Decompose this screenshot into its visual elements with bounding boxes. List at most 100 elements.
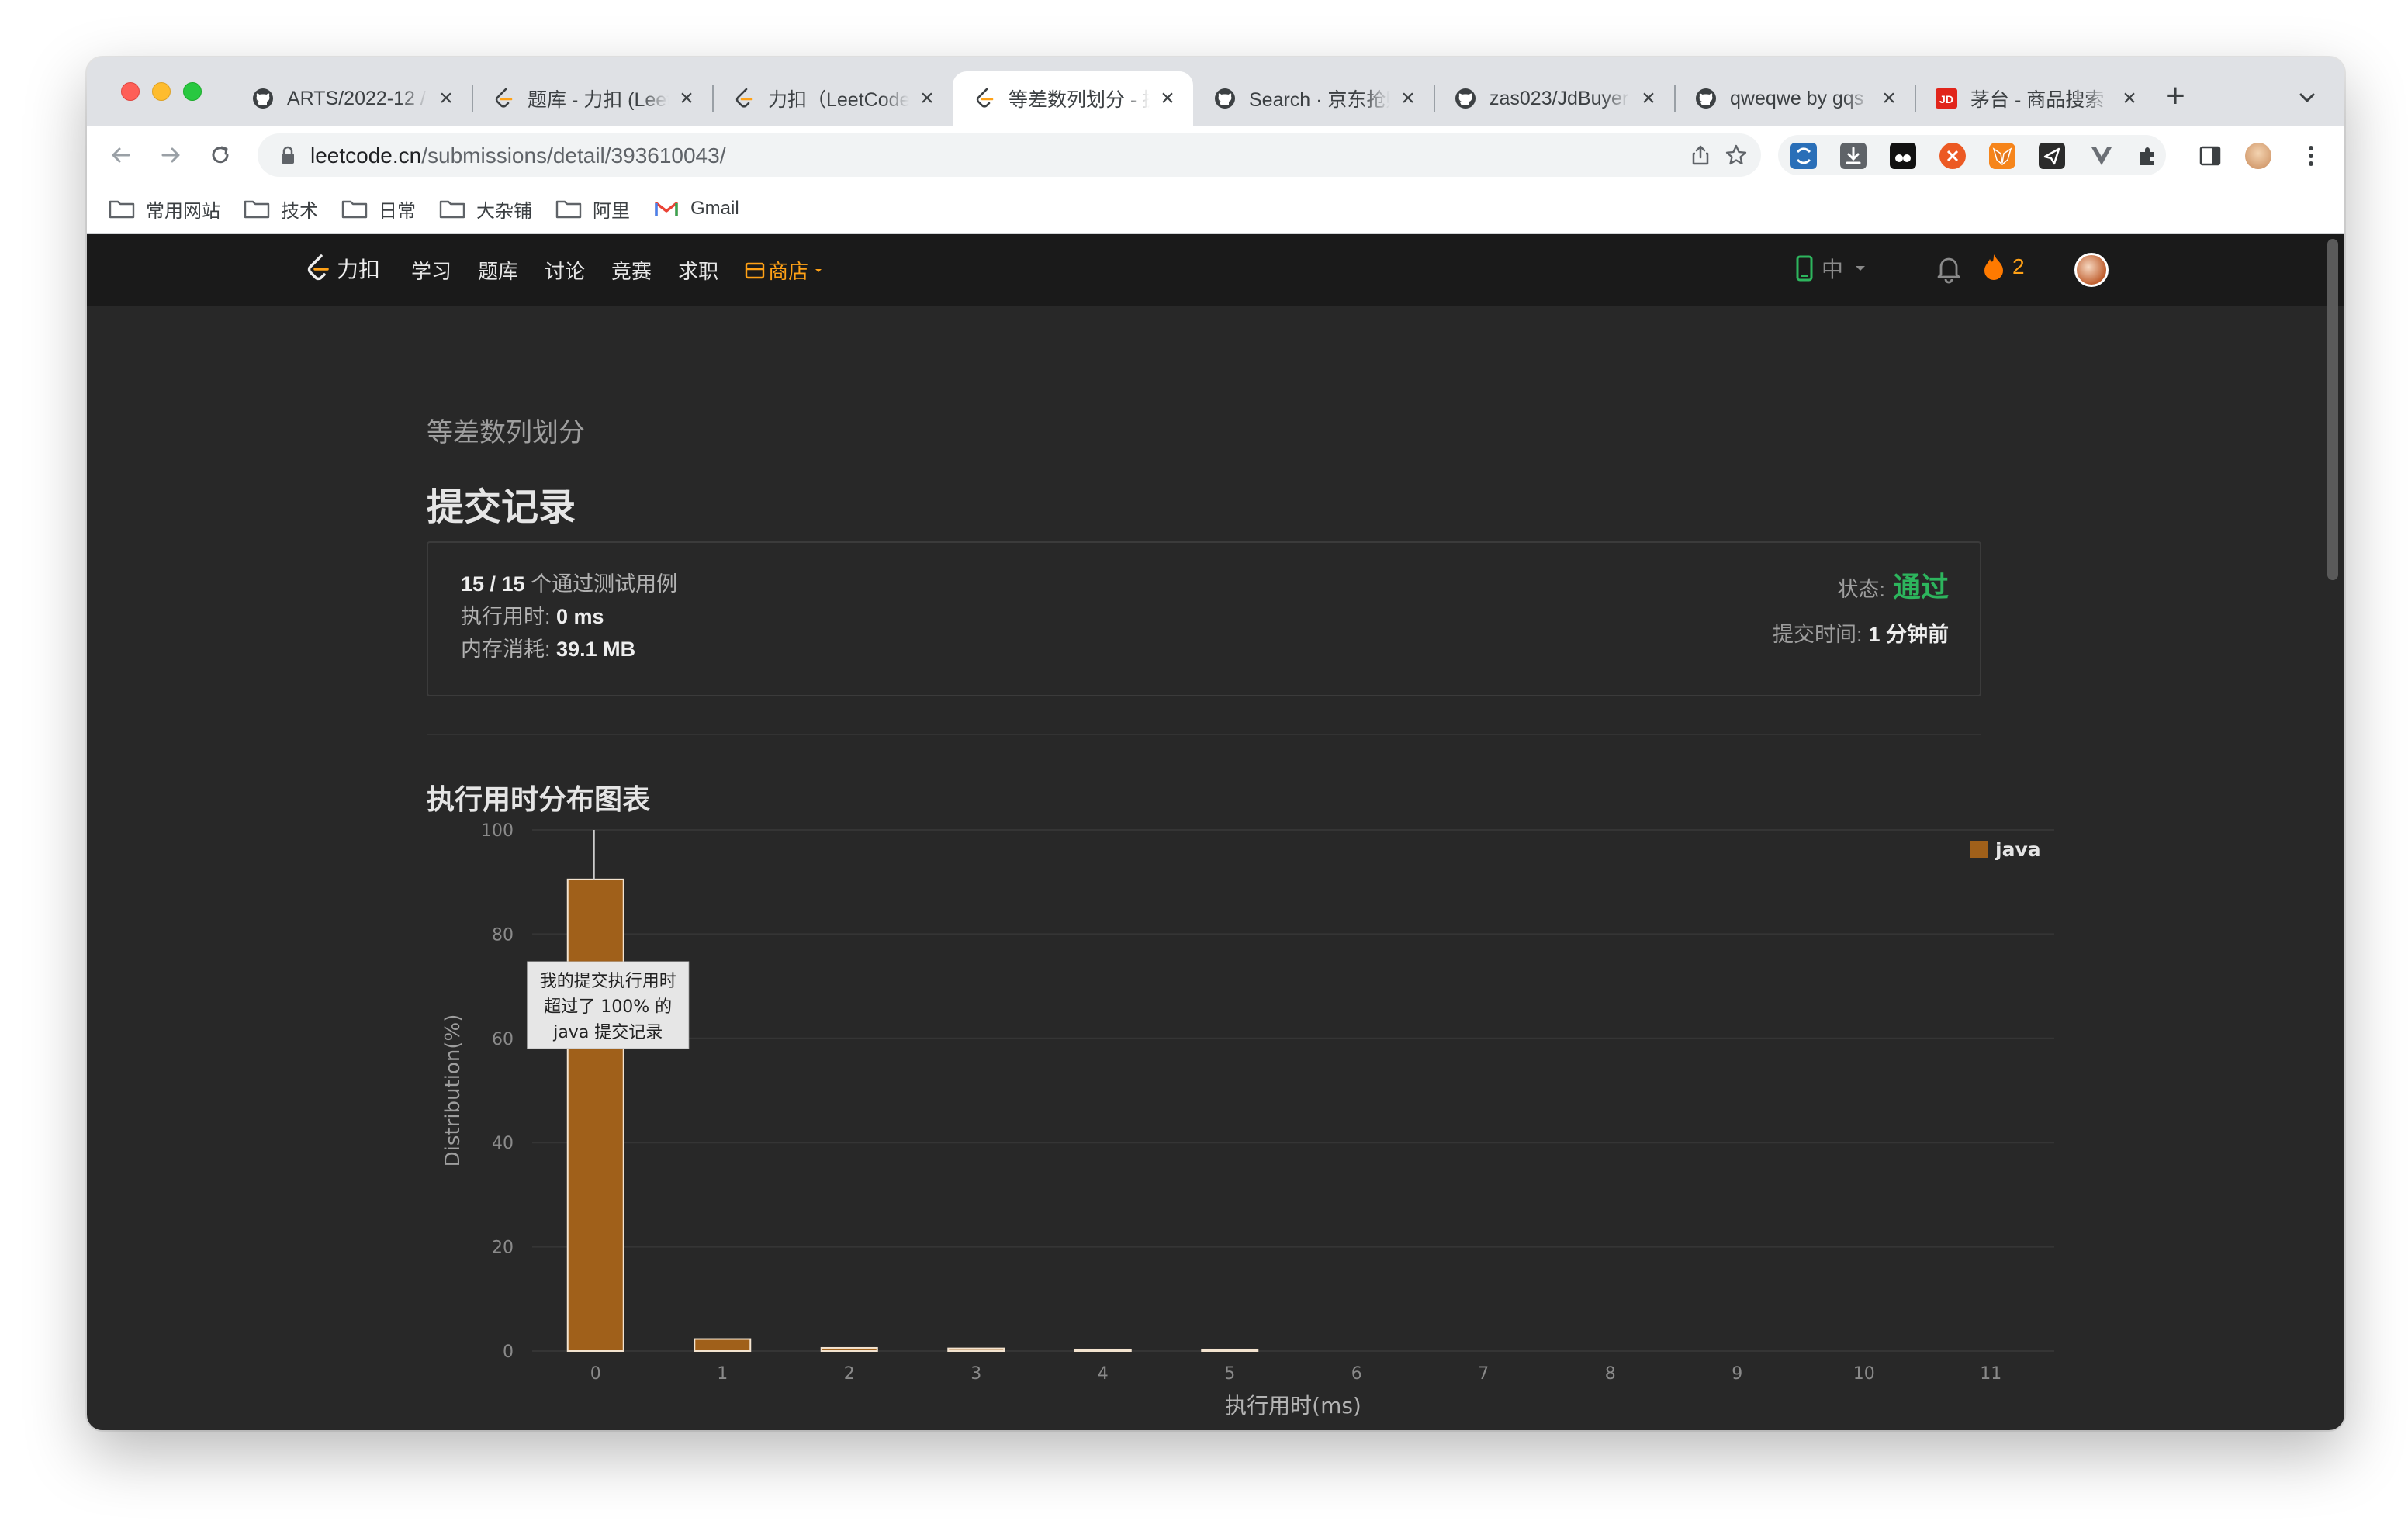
- bookmark-item[interactable]: 技术: [244, 195, 318, 223]
- bar: [820, 1346, 878, 1353]
- tab-close-icon[interactable]: ×: [2118, 85, 2141, 111]
- nav-item-store[interactable]: 商店: [745, 256, 824, 285]
- flame-icon: [1984, 254, 2003, 280]
- close-window-button[interactable]: [121, 82, 140, 101]
- maximize-window-button[interactable]: [183, 82, 202, 101]
- testcases-line: 15 / 15 个通过测试用例: [461, 568, 677, 600]
- site-logo[interactable]: 力扣: [304, 253, 380, 284]
- profile-avatar[interactable]: [2245, 143, 2271, 169]
- nav-item[interactable]: 讨论: [545, 256, 585, 285]
- bell-icon[interactable]: [1935, 253, 1963, 288]
- store-label: 商店: [768, 260, 809, 283]
- submit-time-label: 提交时间:: [1772, 623, 1863, 646]
- tab-7[interactable]: qweqwe by gqs ×: [1674, 71, 1915, 126]
- x-tick-label: 7: [1478, 1364, 1489, 1384]
- submit-time-line: 提交时间: 1 分钟前: [1773, 617, 1949, 648]
- leetcode-icon: [732, 87, 756, 110]
- tab-3[interactable]: 力扣（LeetCode） ×: [712, 71, 953, 126]
- new-tab-button[interactable]: +: [2158, 79, 2192, 115]
- streak-counter[interactable]: 2: [1983, 253, 2025, 281]
- bar: [694, 1338, 752, 1353]
- bookmark-item[interactable]: 大杂铺: [439, 195, 532, 223]
- bookmark-star-icon[interactable]: [1724, 143, 1749, 168]
- tab-4[interactable]: 等差数列划分 - 提交记录 ×: [953, 71, 1193, 126]
- bar: [1201, 1348, 1259, 1353]
- url-text[interactable]: leetcode.cn/submissions/detail/393610043…: [310, 143, 725, 168]
- ublock-extension-icon[interactable]: [1939, 143, 1966, 169]
- nav-item[interactable]: 题库: [478, 256, 518, 285]
- x-tick-label: 3: [970, 1364, 981, 1384]
- page-scrollbar[interactable]: [2327, 239, 2338, 580]
- streak-count: 2: [2012, 254, 2025, 278]
- tab-close-icon[interactable]: ×: [1877, 85, 1901, 111]
- tab-6[interactable]: zas023/JdBuyer ×: [1434, 71, 1674, 126]
- forward-icon[interactable]: [155, 140, 186, 171]
- lock-icon[interactable]: [281, 146, 295, 164]
- bookmark-item[interactable]: 阿里: [555, 195, 630, 223]
- reload-icon[interactable]: [205, 140, 236, 171]
- vue-devtools-icon[interactable]: [2088, 143, 2115, 169]
- window-controls: [121, 82, 202, 101]
- language-label: 中: [1822, 257, 1844, 282]
- gmail-icon: [653, 199, 680, 219]
- extensions-puzzle-icon[interactable]: [2135, 143, 2161, 169]
- user-avatar[interactable]: [2074, 253, 2109, 287]
- github-icon: [251, 87, 275, 110]
- url-host: leetcode.cn: [310, 143, 422, 168]
- bar: [566, 878, 624, 1352]
- download-extension-icon[interactable]: [1840, 143, 1867, 169]
- memory-label: 内存消耗:: [461, 638, 551, 661]
- tab-2[interactable]: 题库 - 力扣 (LeetCode) ×: [472, 71, 712, 126]
- page-title: 提交记录: [427, 487, 576, 528]
- x-tick-label: 2: [844, 1364, 855, 1384]
- bookmark-item[interactable]: Gmail: [653, 198, 739, 219]
- problem-title[interactable]: 等差数列划分: [427, 411, 585, 449]
- bookmark-label: 常用网站: [146, 200, 220, 222]
- y-tick-label: 80: [492, 925, 514, 945]
- tab-8[interactable]: JD 茅台 - 商品搜索 ×: [1915, 71, 2155, 126]
- leetcode-logo-icon: [307, 254, 329, 281]
- tab-close-icon[interactable]: ×: [1396, 85, 1420, 111]
- bookmark-item[interactable]: 日常: [341, 195, 416, 223]
- tab-search-icon[interactable]: [2295, 85, 2320, 110]
- tab-close-icon[interactable]: ×: [675, 85, 698, 111]
- tab-5[interactable]: Search · 京东抢购 ×: [1193, 71, 1434, 126]
- tab-close-icon[interactable]: ×: [434, 85, 458, 111]
- share-icon[interactable]: [1688, 143, 1713, 168]
- leetcode-icon: [492, 87, 515, 110]
- submit-time-value: 1 分钟前: [1868, 623, 1949, 646]
- send-extension-icon[interactable]: [2039, 143, 2065, 169]
- tab-title: zas023/JdBuyer: [1489, 87, 1629, 109]
- folder-icon: [439, 199, 465, 219]
- status-label: 状态:: [1837, 578, 1885, 601]
- address-bar[interactable]: leetcode.cn/submissions/detail/393610043…: [258, 133, 1761, 177]
- memory-line: 内存消耗: 39.1 MB: [461, 633, 677, 665]
- side-panel-icon[interactable]: [2197, 143, 2223, 169]
- nav-item[interactable]: 学习: [411, 256, 452, 285]
- nav-item[interactable]: 竞赛: [611, 256, 652, 285]
- folder-icon: [555, 199, 582, 219]
- leetcode-icon: [973, 87, 996, 110]
- tab-1[interactable]: ARTS/2022-12 / ×: [231, 71, 472, 126]
- bookmark-item[interactable]: 常用网站: [109, 195, 220, 223]
- y-tick-label: 60: [492, 1030, 514, 1049]
- nav-item[interactable]: 求职: [678, 256, 718, 285]
- svg-text:JD: JD: [1939, 93, 1953, 105]
- annotation-text: 我的提交执行用时: [540, 972, 676, 991]
- back-icon[interactable]: [106, 140, 137, 171]
- tampermonkey-extension-icon[interactable]: [1890, 143, 1916, 169]
- tab-close-icon[interactable]: ×: [1637, 85, 1660, 111]
- metamask-extension-icon[interactable]: [1989, 143, 2015, 169]
- translate-extension-icon[interactable]: [1790, 143, 1817, 169]
- language-switcher[interactable]: 中: [1822, 253, 1868, 284]
- y-tick-label: 40: [492, 1134, 514, 1153]
- more-menu-icon[interactable]: [2298, 143, 2324, 169]
- minimize-window-button[interactable]: [152, 82, 171, 101]
- tab-close-icon[interactable]: ×: [915, 85, 939, 111]
- folder-icon: [341, 199, 368, 219]
- mobile-app-icon[interactable]: [1795, 254, 1814, 286]
- x-tick-label: 10: [1853, 1364, 1875, 1384]
- jd-icon: JD: [1935, 87, 1958, 110]
- url-path: /submissions/detail/393610043/: [421, 143, 726, 168]
- tab-close-icon[interactable]: ×: [1156, 85, 1179, 111]
